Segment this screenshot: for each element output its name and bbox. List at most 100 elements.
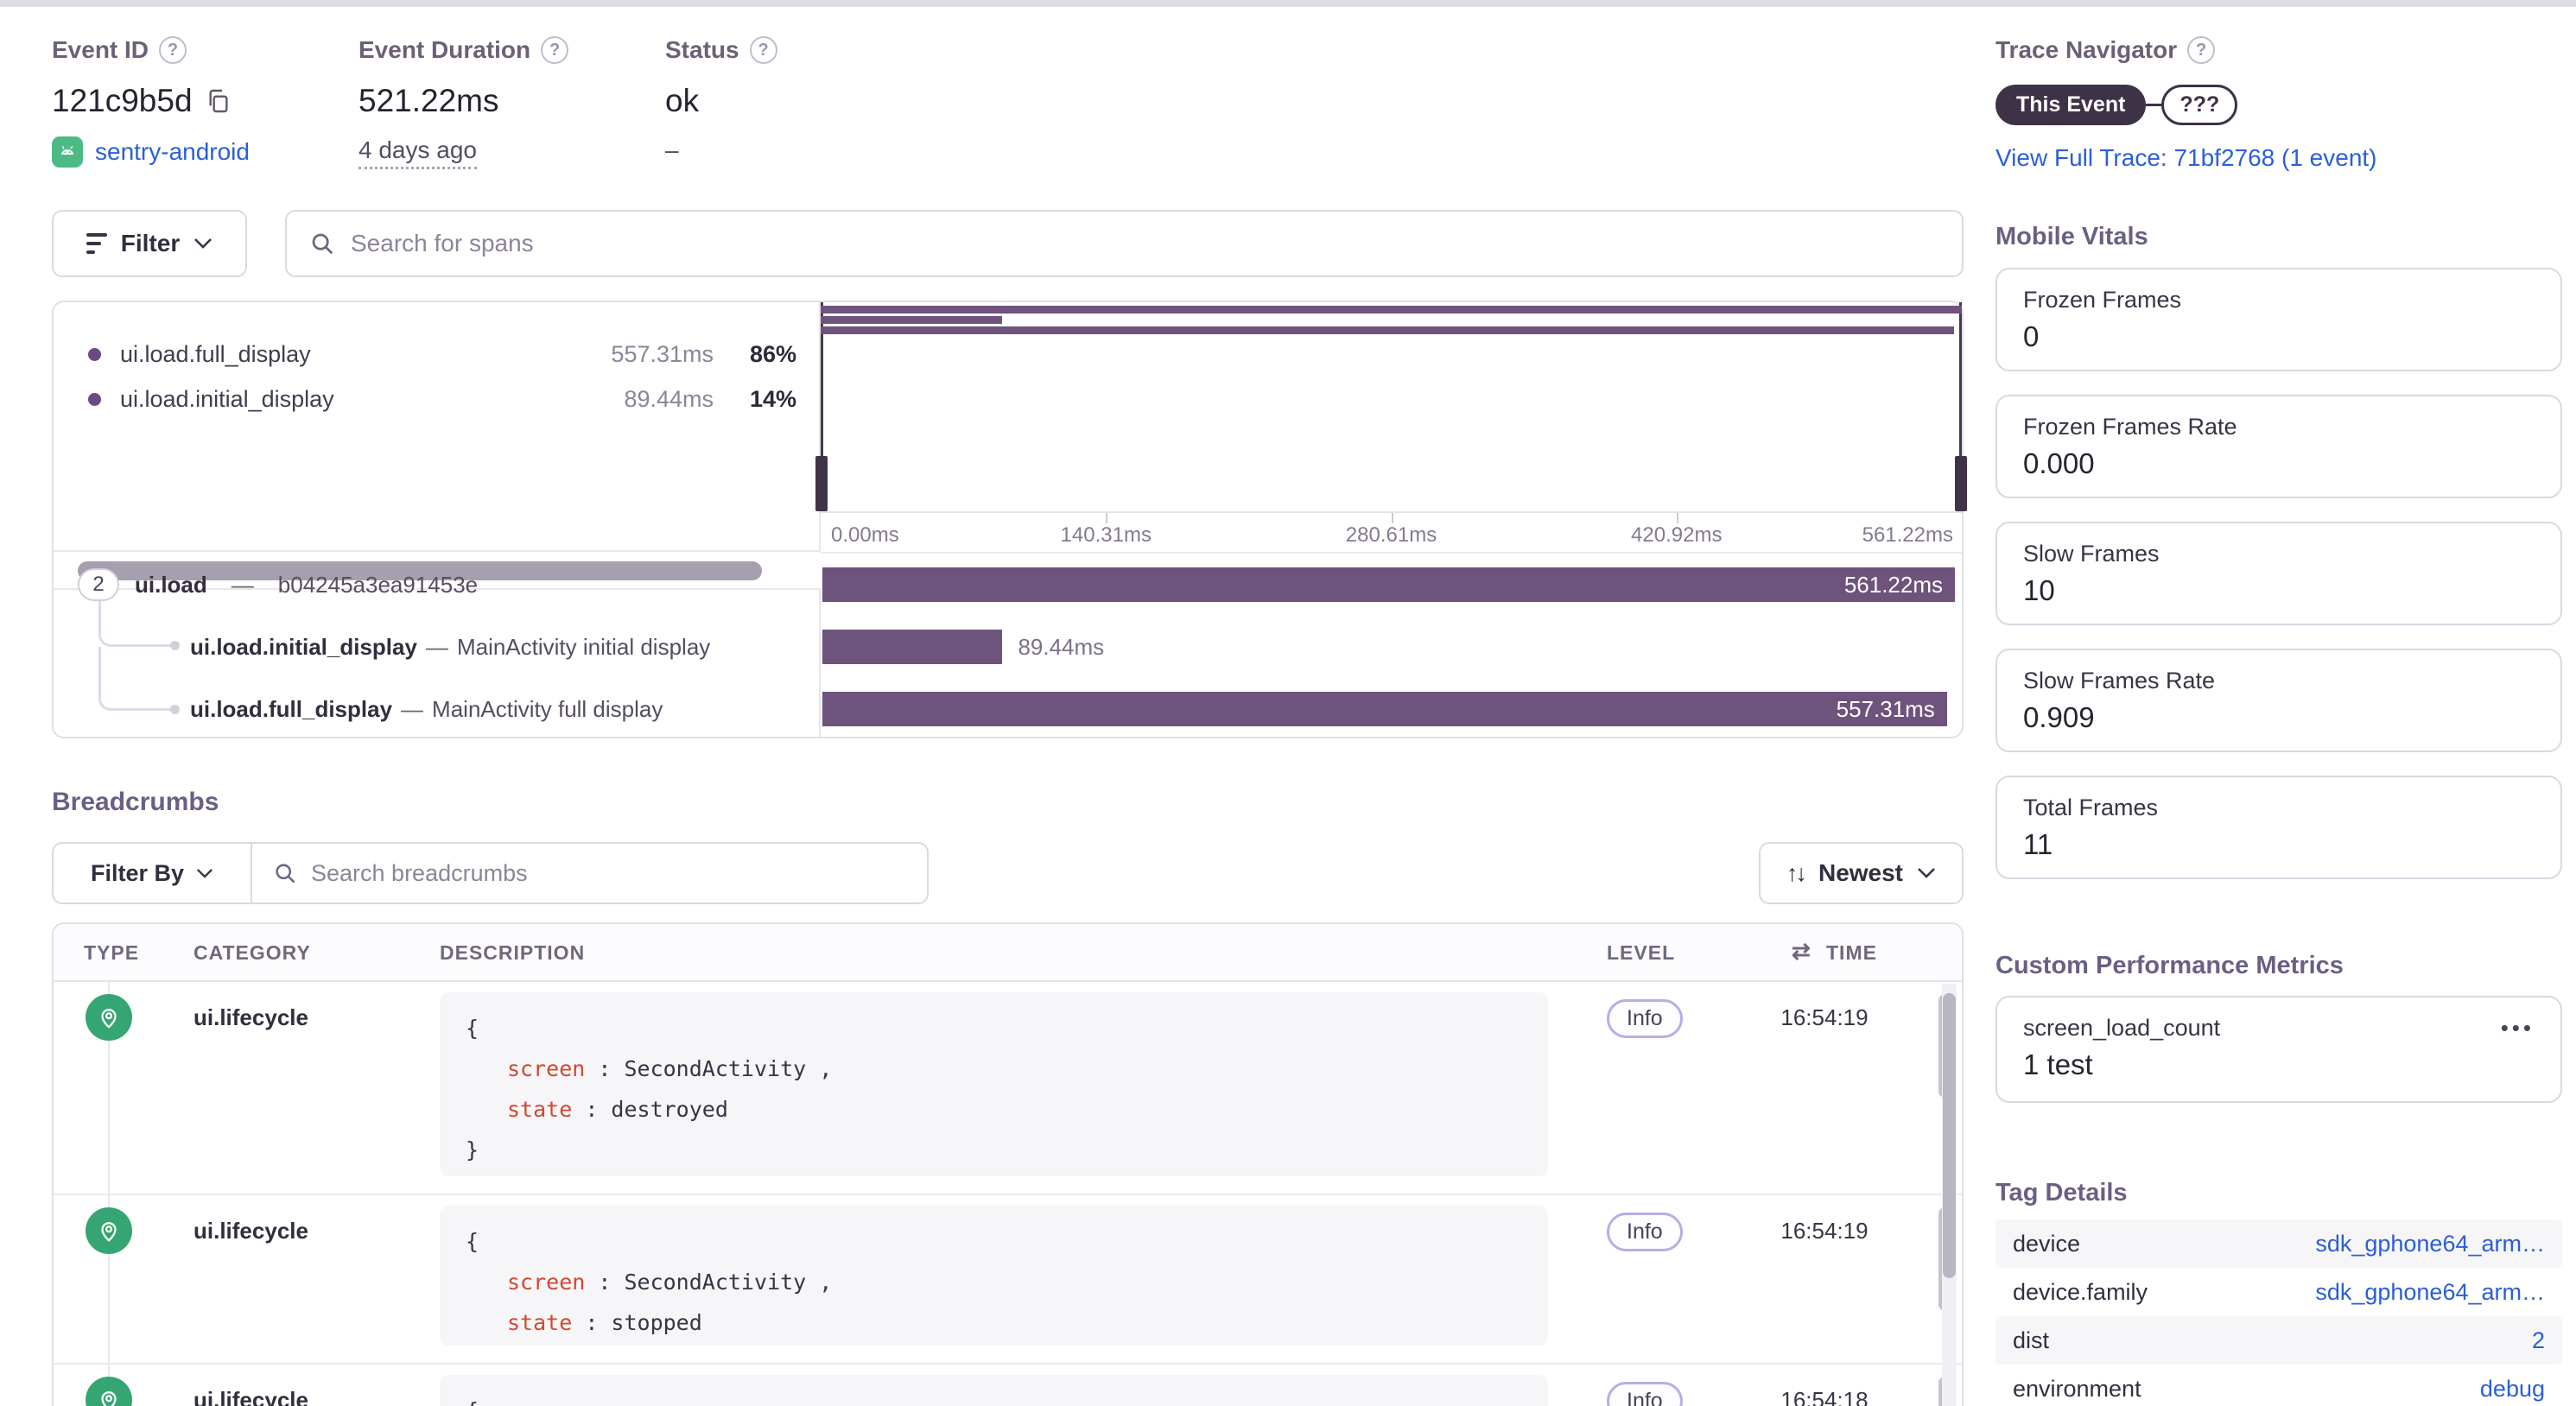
metric-name: screen_load_count [2023,1015,2220,1042]
mobile-vitals-title: Mobile Vitals [1995,223,2148,251]
event-duration-label: Event Duration [358,36,530,64]
copy-icon[interactable] [205,87,232,115]
legend-duration: 89.44ms [624,386,714,413]
span-duration-label: 557.31ms [1837,692,1935,726]
legend-item[interactable]: ui.load.initial_display89.44ms14% [88,377,796,421]
breadcrumb-category: ui.lifecycle [194,1387,308,1406]
span-op: ui.load [135,572,207,598]
tag-value-link[interactable]: debug [2480,1376,2545,1403]
code-key: state [507,1097,572,1122]
legend-bullet-icon [88,393,101,406]
span-duration-bar[interactable] [822,630,1002,664]
next-event-pill[interactable]: ??? [2161,85,2237,125]
status-value: ok [665,83,699,119]
span-duration-bar[interactable]: 557.31ms [822,692,1947,726]
filter-icon [86,233,107,254]
project-link[interactable]: sentry-android [95,138,250,166]
code-value: : SecondActivity , [585,1056,832,1081]
code-key: screen [507,1056,585,1081]
legend-item[interactable]: ui.load.full_display557.31ms86% [88,332,796,377]
span-separator: — [232,572,254,598]
sort-button[interactable]: ↑↓ Newest [1759,842,1964,904]
tag-value-link[interactable]: 2 [2532,1327,2545,1354]
sort-button-label: Newest [1818,859,1903,887]
status-block: Status ? ok – [665,36,777,164]
trace-minimap[interactable] [821,302,1962,511]
this-event-pill[interactable]: This Event [1995,85,2146,125]
minimap-right-handle[interactable] [1955,456,1967,511]
help-icon[interactable]: ? [750,36,777,64]
span-duration-bar[interactable]: 561.22ms [822,567,1955,602]
span-op: ui.load.full_display [190,696,392,723]
code-value: : SecondActivity , [585,1270,832,1295]
span-duration-label: 561.22ms [1844,567,1943,602]
tag-row: environmentdebug [1995,1365,2562,1406]
breadcrumbs-scrollbar-thumb[interactable] [1943,993,1956,1278]
tag-value-link[interactable]: sdk_gphone64_arm… [2315,1279,2545,1306]
span-bar-zone: 557.31ms [822,678,1955,740]
axis-tick [1392,513,1393,523]
status-label: Status [665,36,739,64]
tag-value-link[interactable]: sdk_gphone64_arm… [2315,1231,2545,1257]
span-row-label: ui.load.full_display—MainActivity full d… [54,678,821,740]
minimap-left-handle[interactable] [815,456,828,511]
breadcrumb-row[interactable]: ui.lifecycle{screen : SecondActivity ,st… [54,982,1962,1195]
help-icon[interactable]: ? [2187,36,2215,64]
span-row[interactable]: ui.load.initial_display—MainActivity ini… [54,616,1962,678]
level-badge: Info [1607,1213,1683,1251]
span-legend: ui.load.full_display557.31ms86% ui.load.i… [54,302,821,550]
vital-card: Frozen Frames Rate0.000 [1995,395,2562,498]
vital-card: Total Frames11 [1995,776,2562,879]
axis-tick-label: 561.22ms [1862,523,1953,548]
breadcrumb-row[interactable]: ui.lifecycle{screen : SecondActivity ,st… [54,1195,1962,1365]
help-icon[interactable]: ? [159,36,187,64]
code-line: state : stopped [466,1302,1496,1343]
breadcrumbs-filter-button[interactable]: Filter By [54,844,252,902]
code-key: state [507,1310,572,1335]
span-bar-zone: 561.22ms [822,554,1955,616]
event-age[interactable]: 4 days ago [358,136,477,169]
span-description: MainActivity full display [432,696,663,723]
event-id-label-text: Event ID [52,36,149,64]
code-line: state : destroyed [466,1089,1496,1130]
legend-op-name: ui.load.full_display [120,341,311,368]
span-row[interactable]: 2 ui.load — b04245a3ea91453e 561.22ms [54,554,1962,616]
breadcrumb-pin-icon [86,994,132,1041]
breadcrumbs-search-input[interactable] [311,860,906,887]
breadcrumb-pin-icon [86,1377,132,1406]
breadcrumb-row[interactable]: ui.lifecycle{Info16:54:18 [54,1365,1962,1406]
chevron-down-icon [1917,867,1936,879]
legend-op-name: ui.load.initial_display [120,386,334,413]
breadcrumb-time: 16:54:19 [1747,1004,1902,1031]
android-icon [52,136,83,168]
code-line: { [466,1390,1496,1406]
span-count-badge[interactable]: 2 [78,568,119,601]
trace-navigator-label: Trace Navigator [1995,36,2177,64]
help-icon[interactable]: ? [541,36,568,64]
breadcrumbs-filter-search: Filter By [52,842,929,904]
chevron-down-icon [194,238,213,250]
tag-row: dist2 [1995,1316,2562,1365]
span-search-input[interactable] [351,230,1939,257]
span-op: ui.load.initial_display [190,634,417,661]
span-rows: 2 ui.load — b04245a3ea91453e 561.22ms ui.load… [54,554,1962,735]
breadcrumb-pin-icon [86,1207,132,1254]
span-description: b04245a3ea91453e [278,572,478,598]
filter-button[interactable]: Filter [52,210,247,277]
axis-tick-label: 0.00ms [831,523,899,548]
metric-value: 1 test [2023,1048,2535,1081]
filter-button-label: Filter [121,230,180,257]
breadcrumbs-filter-label: Filter By [91,860,184,887]
overflow-menu-icon[interactable]: ••• [2501,1015,2535,1042]
span-row[interactable]: ui.load.full_display—MainActivity full d… [54,678,1962,740]
vital-value: 0.909 [2023,701,2535,734]
vital-card: Frozen Frames0 [1995,268,2562,371]
axis-tick-label: 140.31ms [1061,523,1152,548]
view-full-trace-link[interactable]: View Full Trace: 71bf2768 (1 event) [1995,144,2377,172]
column-level: LEVEL [1607,941,1675,965]
vital-value: 0.000 [2023,447,2535,480]
time-sort-icon[interactable]: ⇄ [1792,938,1811,965]
span-row-label: ui.load.initial_display—MainActivity ini… [54,616,821,678]
column-time[interactable]: TIME [1826,941,1877,965]
code-line: screen : SecondActivity , [466,1262,1496,1302]
